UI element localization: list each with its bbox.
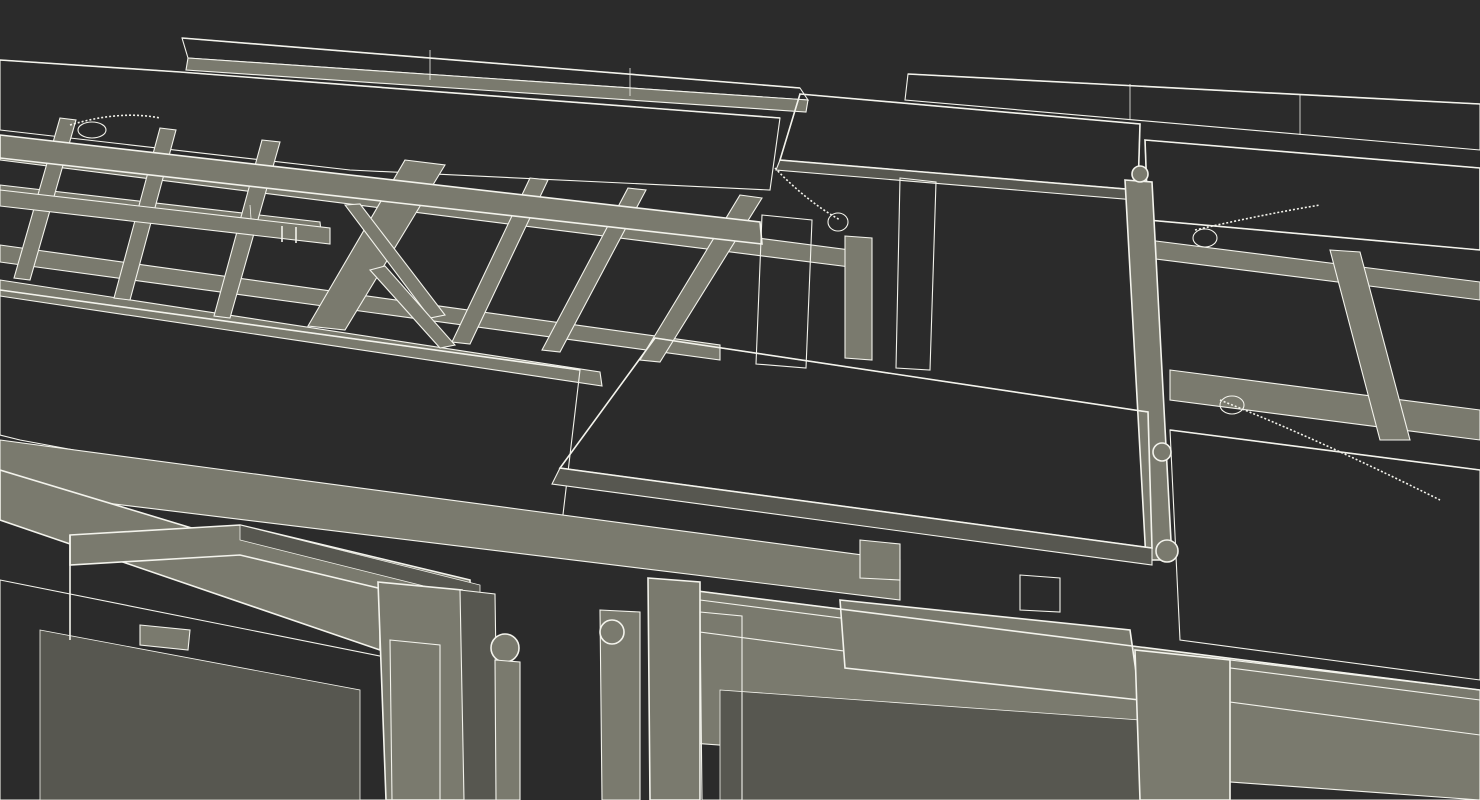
wireframe-render (0, 0, 1480, 800)
wireframe-render-viewport (0, 0, 1480, 800)
